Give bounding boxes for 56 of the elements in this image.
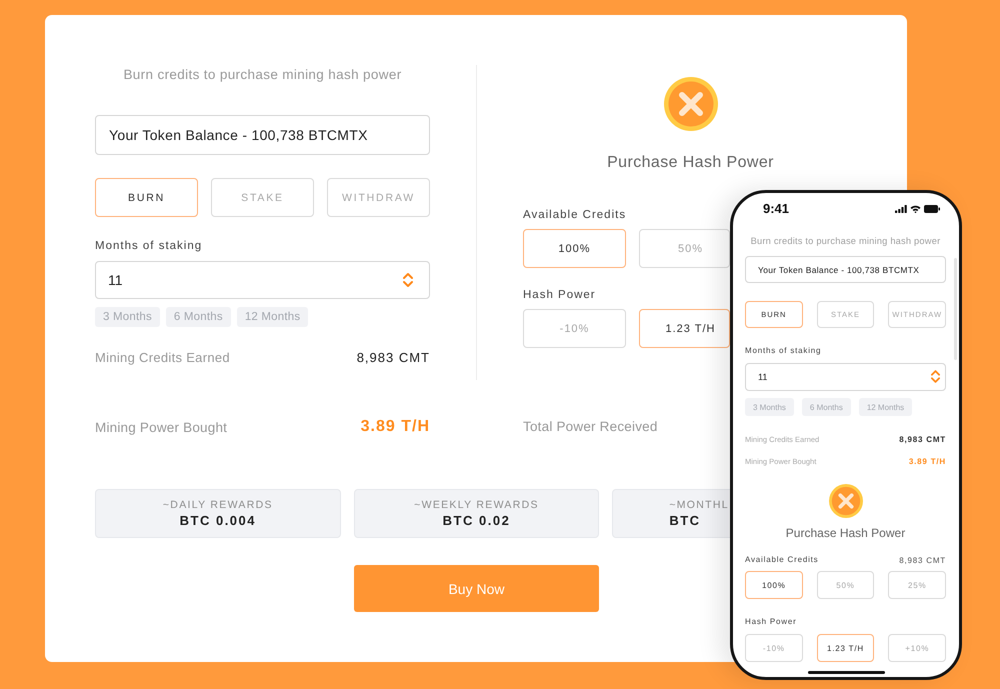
section-title: Purchase Hash Power [607,153,774,173]
stat-value: 3.89 T/H [360,418,430,436]
reward-label: ~MONTHL [669,498,729,512]
section-title: Purchase Hash Power [786,526,906,540]
months-input[interactable]: 11 [745,363,946,391]
preset-chip[interactable]: 6 Months [166,307,231,327]
status-time: 9:41 [763,202,790,216]
preset-chip[interactable]: 12 Months [858,398,912,416]
reward-value: BTC 0.004 [180,512,256,528]
preset-chip[interactable]: 3 Months [745,398,794,416]
option-button[interactable]: +10% [888,634,946,662]
field-label: Months of staking [745,346,822,356]
spinner-icon[interactable] [931,369,940,384]
field-label: Available Credits [523,208,626,222]
option-button[interactable]: -10% [523,309,626,348]
reward-value: BTC [669,512,701,528]
reward-label: ~DAILY REWARDS [162,498,273,512]
stat-label: Total Power Received [523,419,658,434]
option-button[interactable]: 25% [888,571,946,599]
stat-value: 8,983 CMT [899,434,946,444]
coin-icon [664,77,718,131]
action-tab[interactable]: WITHDRAW [327,178,430,217]
spinner-icon[interactable] [403,272,413,288]
preset-chip[interactable]: 12 Months [236,307,308,327]
option-button[interactable]: 1.23 T/H [816,634,874,662]
stat-label: Mining Credits Earned [95,350,230,364]
buy-button[interactable]: Buy Now [354,565,600,612]
stat-value: 8,983 CMT [899,556,946,564]
stat-label: Mining Power Bought [95,420,228,434]
preset-chip[interactable]: 3 Months [95,307,160,327]
signal-icon [895,205,907,213]
token-balance-field[interactable]: Your Token Balance - 100,738 BTCMTX [95,115,430,155]
reward-value: BTC 0.02 [442,512,510,528]
coin-icon [828,484,862,518]
action-tab[interactable]: STAKE [211,178,314,217]
battery-icon [924,205,940,213]
option-button[interactable]: 1.23 T/H [639,309,730,348]
stat-value: 8,983 CMT [356,350,430,364]
field-label: Months of staking [95,239,202,253]
option-button[interactable]: 100% [523,229,626,268]
preset-chip[interactable]: 6 Months [802,398,851,416]
option-button[interactable]: 100% [745,571,803,599]
reward-label: ~WEEKLY REWARDS [414,498,539,512]
option-button[interactable]: 50% [816,571,874,599]
months-input[interactable]: 11 [95,261,430,299]
option-button[interactable]: -10% [745,634,803,662]
field-label: Available Credits [745,555,818,565]
option-button[interactable]: 50% [639,229,730,268]
field-label: Hash Power [523,288,596,302]
wifi-icon [910,205,921,213]
stat-value: 3.89 T/H [908,456,946,466]
subtitle-text: Burn credits to purchase mining hash power [123,66,402,84]
action-tab[interactable]: BURN [95,178,198,217]
subtitle-text: Burn credits to purchase mining hash power [750,235,940,247]
token-balance-field[interactable]: Your Token Balance - 100,738 BTCMTX [745,256,946,283]
field-label: Hash Power [745,617,797,627]
